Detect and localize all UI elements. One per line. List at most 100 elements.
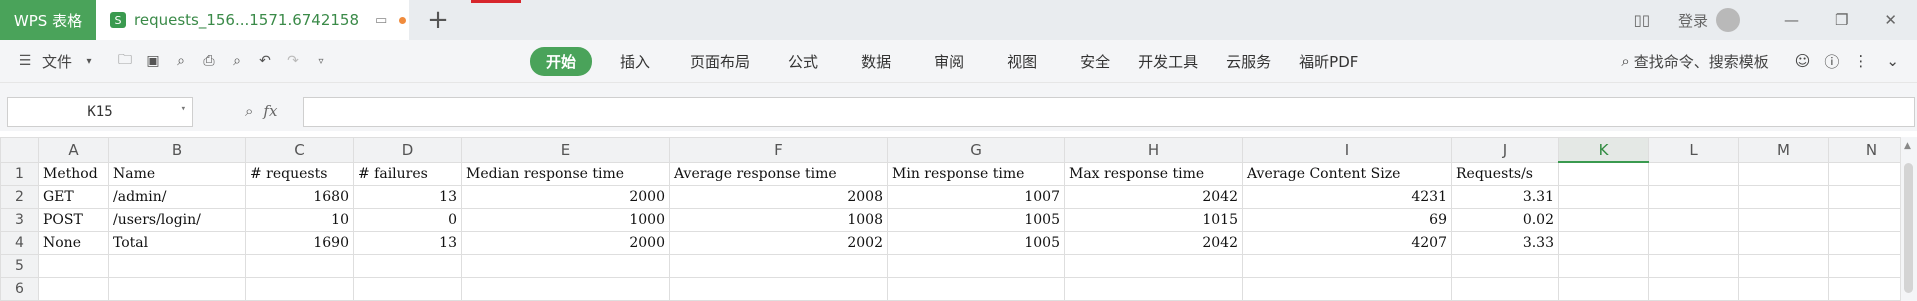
menu-formulas[interactable]: 公式 <box>788 51 818 72</box>
cell-a4[interactable]: None <box>38 231 109 255</box>
cell-i4[interactable]: 4207 <box>1242 231 1452 255</box>
cell-e6[interactable] <box>461 277 670 301</box>
cell-c4[interactable]: 1690 <box>245 231 354 255</box>
cell-l1[interactable] <box>1648 161 1739 186</box>
column-header-h[interactable]: H <box>1064 137 1243 163</box>
column-header-j[interactable]: J <box>1451 137 1559 163</box>
cell-e2[interactable]: 2000 <box>461 185 670 209</box>
cell-j1[interactable]: Requests/s <box>1451 161 1559 186</box>
cell-a2[interactable]: GET <box>38 185 109 209</box>
cell-l5[interactable] <box>1648 254 1739 278</box>
collapse-ribbon-icon[interactable]: ⌄ <box>1886 52 1899 70</box>
new-tab-plus-icon[interactable]: + <box>424 6 452 34</box>
chevron-down-icon[interactable]: ▾ <box>78 50 100 72</box>
comment-icon[interactable]: ☺ <box>1795 52 1811 70</box>
minimize-icon[interactable]: — <box>1784 11 1799 29</box>
column-header-i[interactable]: I <box>1242 137 1452 163</box>
cell-d5[interactable] <box>353 254 462 278</box>
menu-home[interactable]: 开始 <box>530 46 593 76</box>
cell-f3[interactable]: 1008 <box>669 208 888 232</box>
cell-i5[interactable] <box>1242 254 1452 278</box>
menu-pdf[interactable]: 福昕PDF <box>1299 51 1358 72</box>
cell-k3[interactable] <box>1558 208 1649 232</box>
open-folder-icon[interactable]: 🗀 <box>114 50 136 72</box>
row-header[interactable]: 1 <box>0 161 39 186</box>
row-header[interactable]: 4 <box>0 231 39 255</box>
row-header[interactable]: 2 <box>0 185 39 209</box>
cell-j2[interactable]: 3.31 <box>1451 185 1559 209</box>
close-icon[interactable]: ✕ <box>1884 11 1897 29</box>
save-icon[interactable]: ▣ <box>142 50 164 72</box>
cell-a3[interactable]: POST <box>38 208 109 232</box>
cell-j4[interactable]: 3.33 <box>1451 231 1559 255</box>
help-icon[interactable]: ⓘ <box>1824 51 1839 72</box>
cell-b6[interactable] <box>108 277 246 301</box>
customize-icon[interactable]: ▿ <box>310 50 332 72</box>
cell-l2[interactable] <box>1648 185 1739 209</box>
formula-input[interactable] <box>303 97 1915 127</box>
cell-b5[interactable] <box>108 254 246 278</box>
cell-i3[interactable]: 69 <box>1242 208 1452 232</box>
column-header-m[interactable]: M <box>1738 137 1829 163</box>
cell-k5[interactable] <box>1558 254 1649 278</box>
cell-l4[interactable] <box>1648 231 1739 255</box>
menu-data[interactable]: 数据 <box>861 51 891 72</box>
column-header-b[interactable]: B <box>108 137 246 163</box>
cell-e5[interactable] <box>461 254 670 278</box>
cell-j6[interactable] <box>1451 277 1559 301</box>
cell-d6[interactable] <box>353 277 462 301</box>
cell-g2[interactable]: 1007 <box>887 185 1065 209</box>
scroll-up-icon[interactable]: ▲ <box>1904 141 1911 151</box>
cell-c1[interactable]: # requests <box>245 161 354 186</box>
cell-f5[interactable] <box>669 254 888 278</box>
cell-g6[interactable] <box>887 277 1065 301</box>
cell-e3[interactable]: 1000 <box>461 208 670 232</box>
app-tab[interactable]: WPS 表格 <box>0 0 96 40</box>
column-header-a[interactable]: A <box>38 137 109 163</box>
hamburger-menu-icon[interactable]: ☰ <box>14 50 36 72</box>
column-header-c[interactable]: C <box>245 137 354 163</box>
cell-i1[interactable]: Average Content Size <box>1242 161 1452 186</box>
menu-security[interactable]: 安全 <box>1080 51 1110 72</box>
undo-icon[interactable]: ↶ <box>254 50 276 72</box>
search-replace-icon[interactable]: ⌕ <box>170 50 192 72</box>
cell-d2[interactable]: 13 <box>353 185 462 209</box>
cell-c6[interactable] <box>245 277 354 301</box>
more-icon[interactable]: ⋮ <box>1853 52 1868 70</box>
menu-review[interactable]: 审阅 <box>934 51 964 72</box>
restore-icon[interactable]: ❐ <box>1835 11 1848 29</box>
cell-g3[interactable]: 1005 <box>887 208 1065 232</box>
redo-icon[interactable]: ↷ <box>282 50 304 72</box>
menu-view[interactable]: 视图 <box>1007 51 1037 72</box>
zoom-formula-icon[interactable]: ⌕ <box>245 102 253 120</box>
cell-b3[interactable]: /users/login/ <box>108 208 246 232</box>
cell-j5[interactable] <box>1451 254 1559 278</box>
cell-a1[interactable]: Method <box>38 161 109 186</box>
menu-cloud[interactable]: 云服务 <box>1226 51 1271 72</box>
cell-k1[interactable] <box>1558 161 1649 186</box>
cell-h5[interactable] <box>1064 254 1243 278</box>
cell-e1[interactable]: Median response time <box>461 161 670 186</box>
menu-page-layout[interactable]: 页面布局 <box>690 51 750 72</box>
cell-k4[interactable] <box>1558 231 1649 255</box>
print-icon[interactable]: ⎙ <box>198 50 220 72</box>
command-search[interactable]: 查找命令、搜索模板 <box>1634 51 1769 72</box>
column-header-e[interactable]: E <box>461 137 670 163</box>
cell-h4[interactable]: 2042 <box>1064 231 1243 255</box>
cell-b4[interactable]: Total <box>108 231 246 255</box>
cell-m2[interactable] <box>1738 185 1829 209</box>
cell-d3[interactable]: 0 <box>353 208 462 232</box>
cell-l3[interactable] <box>1648 208 1739 232</box>
cell-f1[interactable]: Average response time <box>669 161 888 186</box>
cell-d4[interactable]: 13 <box>353 231 462 255</box>
column-header-g[interactable]: G <box>887 137 1065 163</box>
cell-c2[interactable]: 1680 <box>245 185 354 209</box>
name-box-dropdown-icon[interactable]: ▾ <box>181 104 186 114</box>
search-icon[interactable]: ⌕ <box>1621 52 1629 70</box>
cell-m6[interactable] <box>1738 277 1829 301</box>
column-header-k[interactable]: K <box>1558 137 1649 163</box>
cell-m3[interactable] <box>1738 208 1829 232</box>
cell-a5[interactable] <box>38 254 109 278</box>
sidebar-toggle-icon[interactable]: ▯▯ <box>1633 11 1650 29</box>
name-box[interactable]: K15 ▾ <box>7 97 193 127</box>
